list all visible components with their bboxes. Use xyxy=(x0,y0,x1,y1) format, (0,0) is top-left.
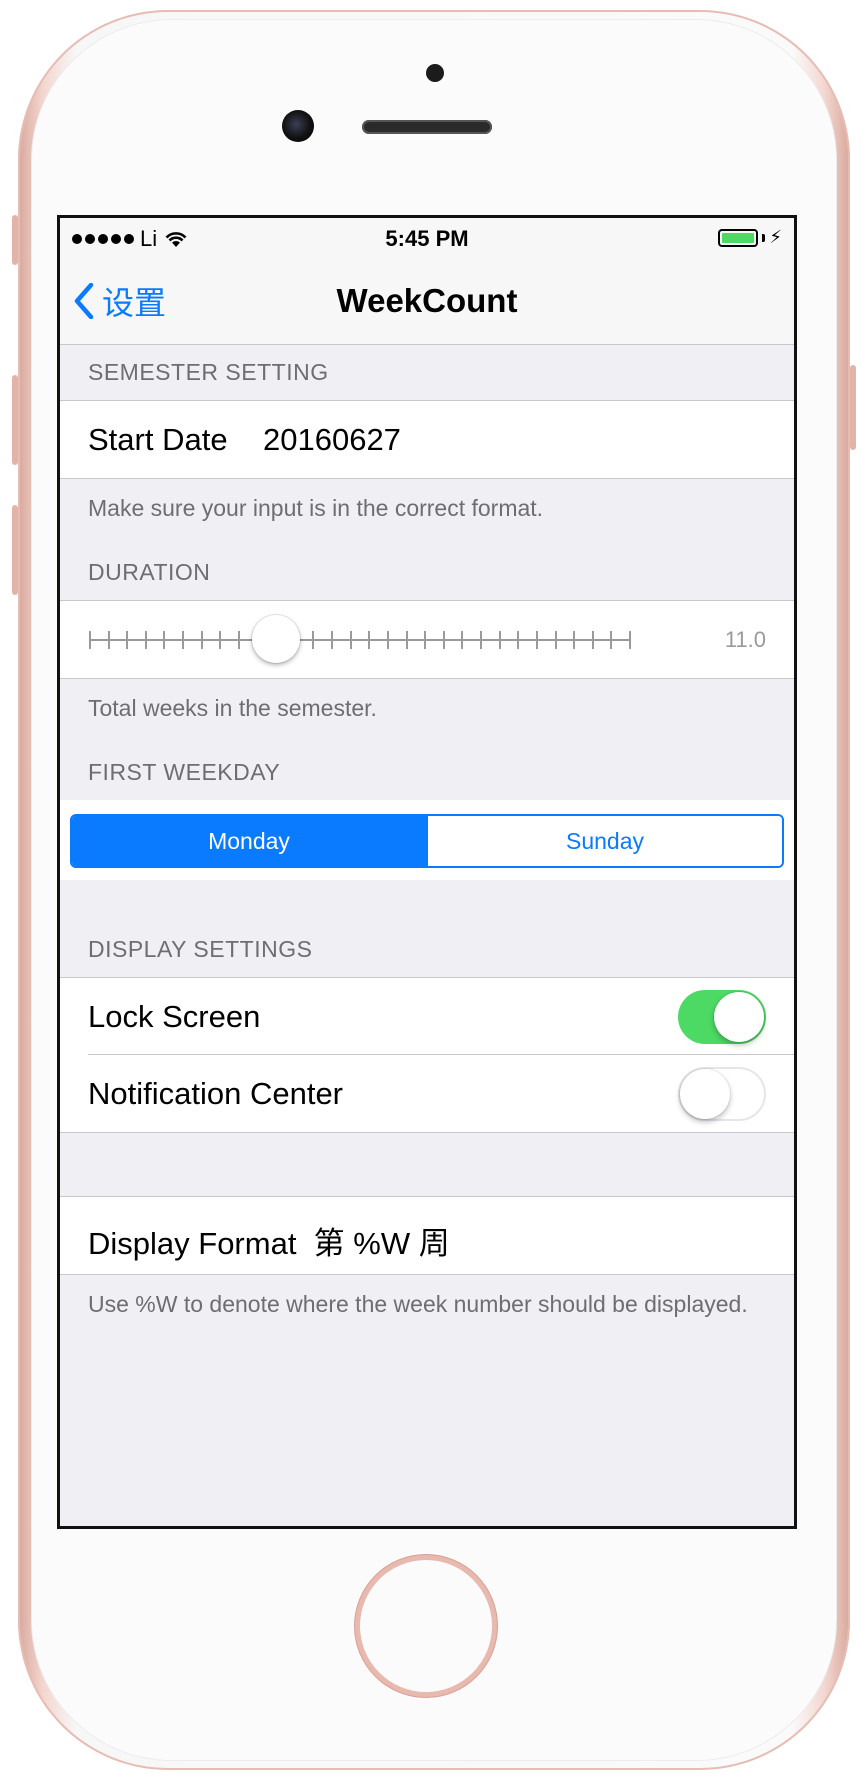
duration-value: 11.0 xyxy=(724,627,766,652)
duration-cell: 11.0 xyxy=(60,600,794,679)
start-date-cell[interactable]: Start Date 20160627 xyxy=(60,400,794,479)
semester-footer: Make sure your input is in the correct f… xyxy=(88,495,544,521)
power-button xyxy=(850,365,856,450)
notification-center-cell: Notification Center xyxy=(60,1054,794,1133)
slider-tick xyxy=(629,631,631,649)
volume-up-button xyxy=(12,375,18,465)
slider-tick xyxy=(126,631,129,649)
lock-screen-cell: Lock Screen xyxy=(60,977,794,1055)
slider-tick xyxy=(107,631,110,649)
silent-switch xyxy=(12,215,18,265)
slider-tick xyxy=(535,631,538,649)
slider-tick xyxy=(591,631,594,649)
slider-tick xyxy=(312,631,315,649)
slider-tick xyxy=(442,631,445,649)
slider-tick xyxy=(480,631,483,649)
display-format-field[interactable]: 第 %W 周 xyxy=(314,1226,450,1261)
slider-tick xyxy=(461,631,464,649)
slider-tick xyxy=(89,631,91,649)
segment-monday[interactable]: Monday xyxy=(72,816,426,866)
notification-center-label: Notification Center xyxy=(88,1076,344,1111)
slider-tick xyxy=(182,631,185,649)
slider-tick xyxy=(386,631,389,649)
battery-icon xyxy=(718,228,759,247)
lock-screen-label: Lock Screen xyxy=(88,999,261,1034)
slider-tick xyxy=(237,631,240,649)
charging-bolt-icon: ⚡ xyxy=(769,227,782,247)
format-footer: Use %W to denote where the week number s… xyxy=(88,1291,748,1317)
slider-tick xyxy=(610,631,613,649)
section-header-weekday: FIRST WEEKDAY xyxy=(88,759,281,785)
page-title: WeekCount xyxy=(336,282,518,319)
display-format-label: Display Format 第 %W 周 xyxy=(88,1226,450,1261)
front-camera xyxy=(282,110,314,142)
earpiece-speaker xyxy=(362,120,492,134)
duration-footer: Total weeks in the semester. xyxy=(88,695,377,721)
lock-screen-switch[interactable] xyxy=(678,990,766,1044)
settings-table: SEMESTER SETTING Start Date 20160627 Mak… xyxy=(60,345,794,1319)
weekday-cell: Monday Sunday xyxy=(60,800,794,880)
section-header-display: DISPLAY SETTINGS xyxy=(88,936,313,962)
battery-tip xyxy=(762,233,766,242)
slider-thumb[interactable] xyxy=(252,615,301,663)
slider-tick xyxy=(144,631,147,649)
notification-center-switch[interactable] xyxy=(678,1067,766,1121)
screen: Li 5:45 PM ⚡ 设置 WeekCount SEMESTER SETTI… xyxy=(60,218,794,1526)
slider-tick xyxy=(368,631,371,649)
slider-tick xyxy=(219,631,222,649)
home-button[interactable] xyxy=(360,1560,492,1692)
status-right: ⚡ xyxy=(718,227,782,248)
slider-tick xyxy=(498,631,501,649)
start-date-label: Start Date xyxy=(88,422,228,457)
slider-tick xyxy=(331,631,334,649)
navigation-bar: 设置 WeekCount xyxy=(60,258,794,345)
slider-tick xyxy=(349,631,352,649)
proximity-sensor xyxy=(426,64,444,82)
status-bar: Li 5:45 PM ⚡ xyxy=(60,218,794,258)
duration-slider[interactable] xyxy=(89,615,631,663)
volume-down-button xyxy=(12,505,18,595)
slider-tick xyxy=(554,631,557,649)
status-time: 5:45 PM xyxy=(385,226,469,251)
battery-level xyxy=(722,232,755,243)
weekday-segmented-control[interactable]: Monday Sunday xyxy=(70,814,784,868)
section-header-duration: DURATION xyxy=(88,559,211,585)
slider-tick xyxy=(163,631,166,649)
display-format-cell[interactable]: Display Format 第 %W 周 xyxy=(60,1196,794,1275)
slider-tick xyxy=(573,631,576,649)
slider-tick xyxy=(517,631,520,649)
section-header-semester: SEMESTER SETTING xyxy=(88,359,329,385)
slider-tick xyxy=(424,631,427,649)
slider-tick xyxy=(405,631,408,649)
slider-tick xyxy=(200,631,203,649)
segment-sunday[interactable]: Sunday xyxy=(426,816,782,866)
start-date-field[interactable]: 20160627 xyxy=(263,422,401,458)
